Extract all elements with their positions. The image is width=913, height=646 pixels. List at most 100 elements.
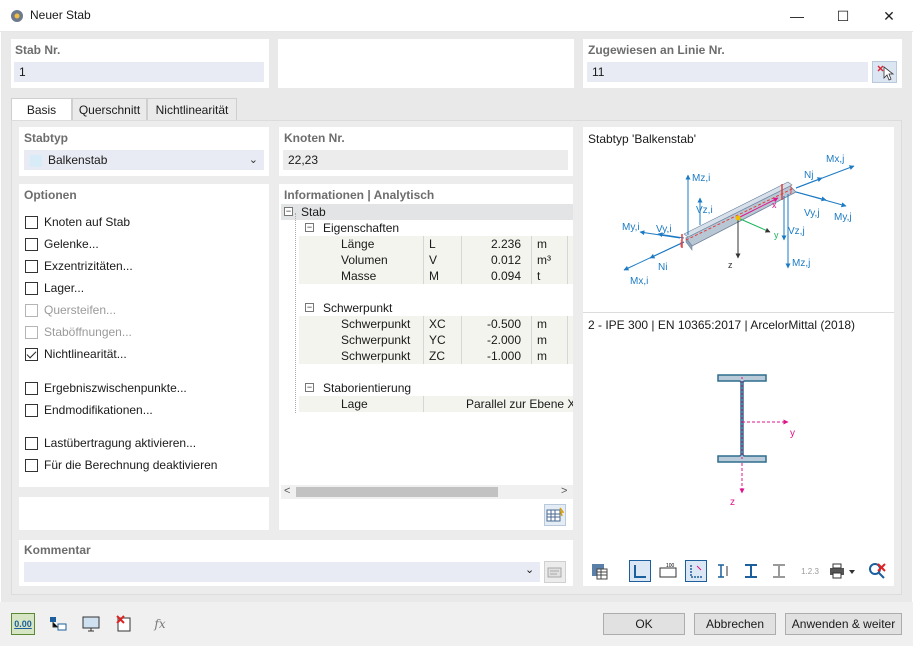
display-button[interactable] [80, 613, 102, 635]
option-label: Lastübertragung aktivieren... [44, 436, 197, 450]
scale-button[interactable]: 100 [657, 560, 679, 582]
label-my-i: My,i [622, 222, 640, 233]
label-ni: Ni [658, 262, 667, 273]
print-button[interactable] [826, 560, 858, 582]
knoten-label: Knoten Nr. [284, 131, 345, 145]
pick-line-button[interactable] [872, 61, 897, 83]
zugewiesen-label: Zugewiesen an Linie Nr. [588, 43, 725, 57]
section-label: 2 - IPE 300 | EN 10365:2017 | ArcelorMit… [588, 318, 856, 332]
zoom-reset-icon [869, 563, 886, 579]
option-checkbox-row[interactable]: Lastübertragung aktivieren... [25, 434, 196, 452]
numbering-icon: 1.2.3 [801, 566, 819, 576]
row-symbol: L [429, 237, 436, 251]
tab-nichtlinearitaet[interactable]: Nichtlinearität [147, 98, 237, 120]
option-checkbox-row[interactable]: Ergebniszwischenpunkte... [25, 379, 187, 397]
option-checkbox[interactable] [25, 403, 38, 417]
stabtyp-label: Stabtyp [24, 131, 69, 145]
dimension-icon [634, 565, 646, 578]
scroll-left-icon[interactable]: < [284, 485, 290, 497]
option-checkbox[interactable] [25, 215, 38, 229]
option-checkbox-row: Quersteifen... [25, 301, 116, 319]
tree-view-button[interactable] [47, 613, 69, 635]
collapse-icon[interactable]: − [284, 207, 293, 216]
row-value: 2.236 [490, 237, 521, 251]
tree-orientierung-row[interactable]: − Staborientierung [281, 380, 573, 396]
option-checkbox-row[interactable]: Gelenke... [25, 235, 99, 253]
scroll-right-icon[interactable]: > [561, 485, 567, 497]
column-divider [423, 268, 424, 284]
collapse-icon[interactable]: − [305, 383, 314, 392]
label-node-i: i [680, 239, 682, 249]
option-checkbox-row[interactable]: Knoten auf Stab [25, 213, 130, 231]
option-checkbox-row[interactable]: Lager... [25, 279, 84, 297]
cancel-button[interactable]: Abbrechen [694, 613, 776, 635]
option-checkbox[interactable] [25, 259, 38, 273]
section-axis-y: y [790, 428, 795, 439]
svg-text:100: 100 [666, 563, 675, 569]
units-button[interactable]: 0.00 [11, 613, 35, 635]
column-divider [531, 236, 532, 252]
tab-basis[interactable]: Basis [11, 98, 72, 121]
option-checkbox[interactable] [25, 436, 38, 450]
tree-eigenschaften-row[interactable]: − Eigenschaften [281, 220, 573, 236]
show-dimensions-button[interactable] [629, 560, 651, 582]
info-table-row: Masse M 0.094 t [299, 268, 573, 284]
numbering-button[interactable]: 1.2.3 [796, 560, 824, 582]
row-value: -2.000 [486, 333, 521, 347]
centroid-button[interactable] [713, 560, 735, 582]
option-checkbox[interactable] [25, 237, 38, 251]
window-title: Neuer Stab [30, 8, 91, 22]
tree-root-row[interactable]: − Stab [281, 204, 573, 220]
section-axis-z: z [730, 497, 735, 508]
reset-view-button[interactable] [866, 560, 888, 582]
apply-continue-button[interactable]: Anwenden & weiter [785, 613, 902, 635]
horizontal-scrollbar[interactable]: < > [281, 485, 573, 499]
label-local-z: z [728, 260, 733, 270]
tree-schwerpunkt-row[interactable]: − Schwerpunkt [281, 300, 573, 316]
option-checkbox-row[interactable]: Endmodifikationen... [25, 401, 153, 419]
label-local-x: x [772, 200, 777, 210]
section-info-button[interactable] [588, 560, 610, 582]
chevron-down-icon[interactable]: ⌄ [525, 563, 534, 576]
row-name: Schwerpunkt [341, 317, 411, 331]
scrollbar-thumb[interactable] [296, 487, 498, 497]
comment-library-icon [547, 567, 562, 578]
formula-button[interactable]: fx [149, 613, 171, 635]
option-checkbox-row[interactable]: Nichtlinearität... [25, 345, 127, 363]
minimize-button[interactable]: — [774, 0, 820, 32]
row-name: Schwerpunkt [341, 333, 411, 347]
stab-nr-field[interactable]: 1 [14, 62, 264, 82]
option-checkbox [25, 303, 38, 317]
option-checkbox [25, 325, 38, 339]
collapse-icon[interactable]: − [305, 303, 314, 312]
row-value: 0.012 [490, 253, 521, 267]
collapse-icon[interactable]: − [305, 223, 314, 232]
maximize-button[interactable]: ☐ [820, 0, 866, 32]
tab-querschnitt[interactable]: Querschnitt [72, 98, 147, 120]
info-label: Informationen | Analytisch [284, 188, 435, 202]
column-divider [567, 252, 568, 268]
kommentar-input[interactable] [24, 562, 540, 582]
profile-outline-button[interactable] [768, 560, 790, 582]
line-number-field[interactable]: 11 [587, 62, 868, 82]
option-checkbox[interactable] [25, 381, 38, 395]
axes-button[interactable] [685, 560, 707, 582]
option-checkbox[interactable] [25, 458, 38, 472]
option-checkbox-row[interactable]: Exzentrizitäten... [25, 257, 133, 275]
delete-button[interactable] [114, 613, 136, 635]
profile-button[interactable] [740, 560, 762, 582]
label-node-j: j [789, 184, 792, 194]
row-symbol: V [429, 253, 438, 267]
bottom-bar [0, 602, 913, 646]
stabtyp-select[interactable]: Balkenstab ⌄ [24, 150, 264, 170]
table-icon [546, 507, 564, 522]
close-button[interactable]: ✕ [866, 0, 912, 32]
option-checkbox[interactable] [25, 347, 38, 361]
close-icon: ✕ [883, 7, 895, 24]
ok-button[interactable]: OK [603, 613, 685, 635]
row-symbol: ZC [429, 349, 445, 363]
comment-library-button[interactable] [544, 561, 566, 583]
info-table-button[interactable] [544, 504, 566, 526]
option-checkbox-row[interactable]: Für die Berechnung deaktivieren [25, 456, 217, 474]
option-checkbox[interactable] [25, 281, 38, 295]
